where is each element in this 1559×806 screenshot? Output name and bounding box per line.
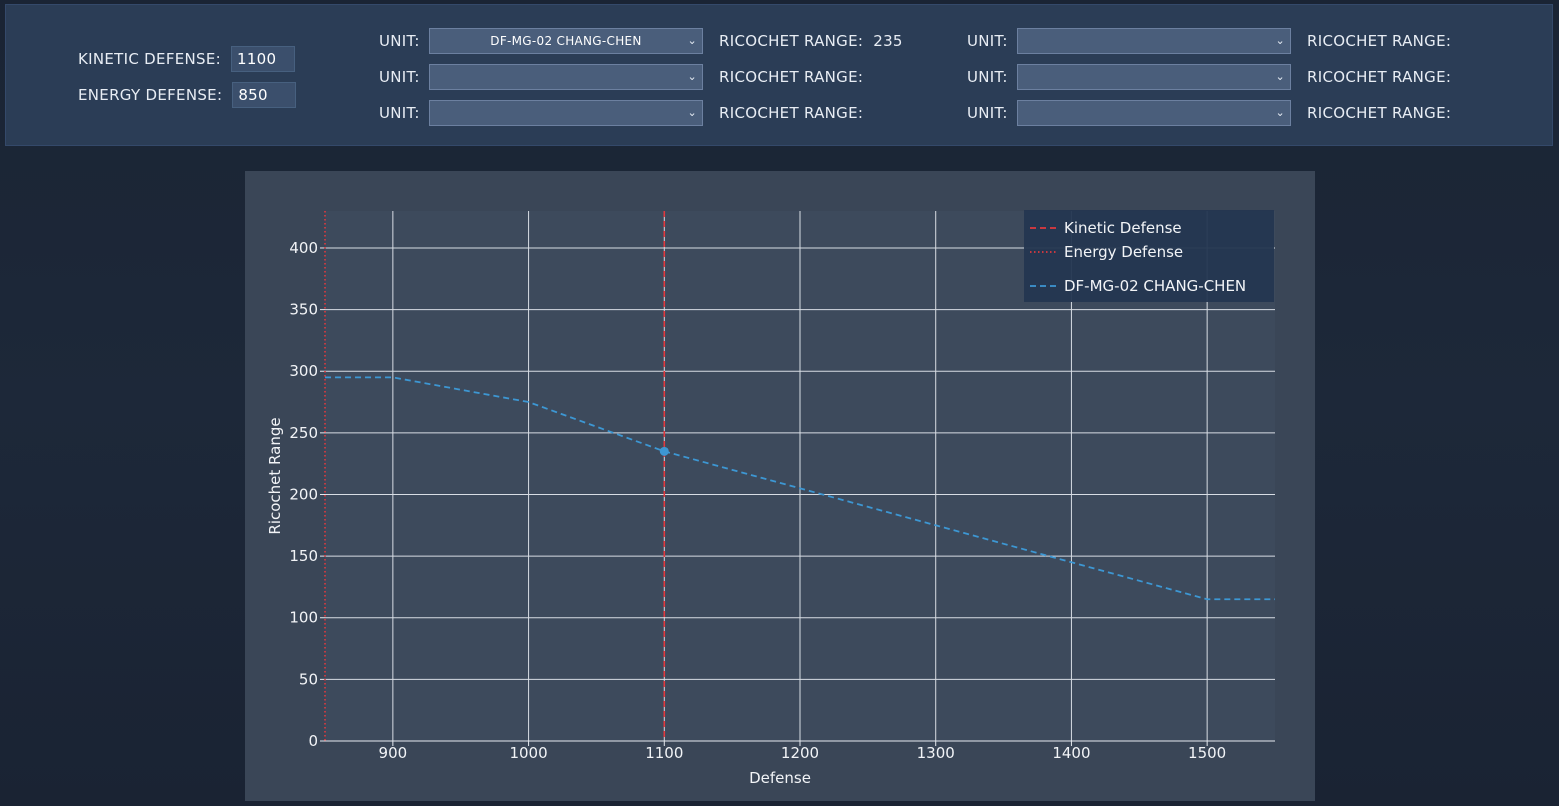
x-tick-label: 1500 xyxy=(1188,744,1226,762)
unit-label: UNIT: xyxy=(379,104,420,122)
ricochet-range-label: RICOCHET RANGE: xyxy=(719,104,864,122)
x-tick-label: 1200 xyxy=(781,744,819,762)
legend-energy-label: Energy Defense xyxy=(1064,243,1183,261)
chevron-down-icon: ⌄ xyxy=(1275,106,1285,119)
kinetic-defense-label: KINETIC DEFENSE: xyxy=(78,50,221,68)
kinetic-defense-row: KINETIC DEFENSE: 1100 xyxy=(78,46,295,72)
unit-select-2[interactable]: ⌄ xyxy=(429,64,703,90)
unit-select-3[interactable]: ⌄ xyxy=(429,100,703,126)
x-tick-label: 1300 xyxy=(917,744,955,762)
y-tick-label: 50 xyxy=(299,670,318,688)
unit-slot-4: UNIT: ⌄ RICOCHET RANGE: xyxy=(967,28,1461,54)
energy-defense-row: ENERGY DEFENSE: 850 xyxy=(78,82,297,108)
unit-slot-3: UNIT: ⌄ RICOCHET RANGE: xyxy=(379,100,873,126)
unit-label: UNIT: xyxy=(379,32,420,50)
ricochet-range-label: RICOCHET RANGE: xyxy=(1307,68,1452,86)
y-tick-label: 400 xyxy=(289,239,318,257)
y-tick-label: 0 xyxy=(308,732,318,750)
unit-label: UNIT: xyxy=(379,68,420,86)
highlight-point xyxy=(659,446,669,456)
chevron-down-icon: ⌄ xyxy=(687,70,697,83)
ricochet-range-label: RICOCHET RANGE: xyxy=(1307,32,1452,50)
app-root: KINETIC DEFENSE: 1100 ENERGY DEFENSE: 85… xyxy=(0,0,1559,806)
unit-select-5[interactable]: ⌄ xyxy=(1017,64,1291,90)
ricochet-chart: 900 1000 1100 1200 1300 1400 1500 0 50 100 150 200 2… xyxy=(245,171,1315,801)
ricochet-range-label: RICOCHET RANGE: xyxy=(719,68,864,86)
chart-svg[interactable]: 900 1000 1100 1200 1300 1400 1500 0 50 100 150 200 2… xyxy=(245,171,1315,801)
unit-select-6[interactable]: ⌄ xyxy=(1017,100,1291,126)
energy-defense-input[interactable]: 850 xyxy=(232,82,297,108)
unit-slot-2: UNIT: ⌄ RICOCHET RANGE: xyxy=(379,64,873,90)
unit-slot-1: UNIT: DF-MG-02 CHANG-CHEN ⌄ RICOCHET RAN… xyxy=(379,28,903,54)
x-tick-label: 1100 xyxy=(645,744,683,762)
chevron-down-icon: ⌄ xyxy=(687,34,697,47)
unit-select-value: DF-MG-02 CHANG-CHEN xyxy=(490,34,642,48)
y-tick-label: 350 xyxy=(289,301,318,319)
y-tick-label: 100 xyxy=(289,609,318,627)
chevron-down-icon: ⌄ xyxy=(687,106,697,119)
unit-slot-6: UNIT: ⌄ RICOCHET RANGE: xyxy=(967,100,1461,126)
x-tick-label: 1400 xyxy=(1052,744,1090,762)
ricochet-range-label: RICOCHET RANGE: xyxy=(719,32,864,50)
y-tick-label: 300 xyxy=(289,362,318,380)
chevron-down-icon: ⌄ xyxy=(1275,70,1285,83)
chevron-down-icon: ⌄ xyxy=(1275,34,1285,47)
legend-kinetic-label: Kinetic Defense xyxy=(1064,219,1182,237)
x-axis-title: Defense xyxy=(749,769,811,787)
y-tick-label: 250 xyxy=(289,424,318,442)
ricochet-range-value: 235 xyxy=(873,32,903,50)
x-tick-label: 900 xyxy=(379,744,408,762)
x-tick-label: 1000 xyxy=(509,744,547,762)
ricochet-range-label: RICOCHET RANGE: xyxy=(1307,104,1452,122)
unit-label: UNIT: xyxy=(967,32,1008,50)
legend-series-label: DF-MG-02 CHANG-CHEN xyxy=(1064,277,1246,295)
y-tick-label: 150 xyxy=(289,547,318,565)
unit-select-1[interactable]: DF-MG-02 CHANG-CHEN ⌄ xyxy=(429,28,703,54)
control-panel: KINETIC DEFENSE: 1100 ENERGY DEFENSE: 85… xyxy=(5,4,1553,146)
unit-slot-5: UNIT: ⌄ RICOCHET RANGE: xyxy=(967,64,1461,90)
kinetic-defense-input[interactable]: 1100 xyxy=(231,46,295,72)
unit-label: UNIT: xyxy=(967,68,1008,86)
energy-defense-label: ENERGY DEFENSE: xyxy=(78,86,223,104)
unit-select-4[interactable]: ⌄ xyxy=(1017,28,1291,54)
y-axis-title: Ricochet Range xyxy=(266,417,284,534)
unit-label: UNIT: xyxy=(967,104,1008,122)
y-tick-label: 200 xyxy=(289,485,318,503)
